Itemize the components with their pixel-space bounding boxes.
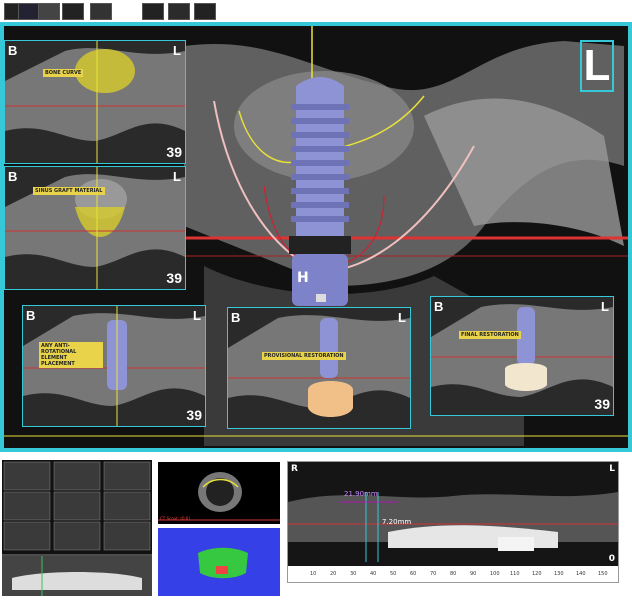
slice-grid [2,460,152,596]
tick-label: 90 [470,571,477,577]
slice-number: 39 [186,407,202,423]
axial-caption: CT Scout: (0,0) [160,516,190,521]
lingual-label: L [601,299,609,314]
tick-label: 70 [430,571,437,577]
annotation-note: FINAL RESTORATION [459,331,521,339]
buccal-label: B [8,43,18,58]
panel-image [5,167,185,289]
tick-label: 10 [310,571,317,577]
panoramic-view[interactable]: R L 0 21.90mm 7.20mm 10 20 30 40 50 60 7… [287,461,619,583]
thumbnail[interactable] [38,3,60,20]
measurement-2: 7.20mm [382,518,412,526]
thumbnail-bar [0,0,632,22]
implant-label: H [297,270,309,286]
buccal-label: B [434,299,444,314]
tick-label: 40 [370,571,377,577]
annotation-note: SINUS GRAFT MATERIAL [33,187,105,195]
slice-number: 39 [594,396,610,412]
tick-label: 150 [598,571,608,577]
measurement-1: 21.90mm [344,490,378,498]
panoramic-image [288,462,618,566]
lingual-label: L [193,308,201,323]
tick-label: 60 [410,571,417,577]
tick-label: 100 [490,571,500,577]
annotation-note: ANY ANTI-ROTATIONAL ELEMENT PLACEMENT [39,342,103,368]
slice-number: 39 [166,270,182,286]
tick-label: 80 [450,571,457,577]
buccal-label: B [231,310,241,325]
cross-section-panel[interactable]: B L 39 ANY ANTI-ROTATIONAL ELEMENT PLACE… [22,305,206,427]
tick-label: 120 [532,571,542,577]
axial-image [158,472,280,521]
panel-image [5,41,185,163]
tick-label: 20 [330,571,337,577]
axial-view[interactable]: CT Scout: (0,0) [158,462,280,524]
buccal-label: B [26,308,36,323]
tick-label: 110 [510,571,520,577]
cross-section-panel[interactable]: B L 39 BONE CURVE [4,40,186,164]
cross-section-panel[interactable]: B L PROVISIONAL RESTORATION [227,307,411,429]
annotation-note: PROVISIONAL RESTORATION [262,352,346,360]
multi-slice-view[interactable] [2,460,152,596]
thumbnail[interactable] [62,3,84,20]
orientation-label: L [580,40,614,92]
lingual-label: L [173,169,181,184]
panel-image [228,308,410,428]
lingual-label: L [173,43,181,58]
lingual-label: L [398,310,406,325]
corner-number: 0 [608,554,615,564]
cross-section-panel[interactable]: B L 39 FINAL RESTORATION [430,296,614,416]
panoramic-ruler: 10 20 30 40 50 60 70 80 90 100 110 120 1… [288,566,618,582]
tick-label: 130 [554,571,564,577]
thumbnail[interactable] [90,3,112,20]
thumbnail[interactable] [142,3,164,20]
cross-section-panel[interactable]: B L 39 SINUS GRAFT MATERIAL [4,166,186,290]
tick-label: 50 [390,571,397,577]
buccal-label: B [8,169,18,184]
3d-model [198,547,248,579]
thumbnail[interactable] [168,3,190,20]
panel-image [431,297,613,415]
thumbnail[interactable] [194,3,216,20]
right-side-label: R [291,464,298,474]
thumbnail[interactable] [18,3,40,20]
annotation-note: BONE CURVE [43,69,84,77]
3d-view[interactable] [158,528,280,596]
tick-label: 140 [576,571,586,577]
slice-number: 39 [166,144,182,160]
tick-label: 30 [350,571,357,577]
left-side-label: L [609,464,615,474]
